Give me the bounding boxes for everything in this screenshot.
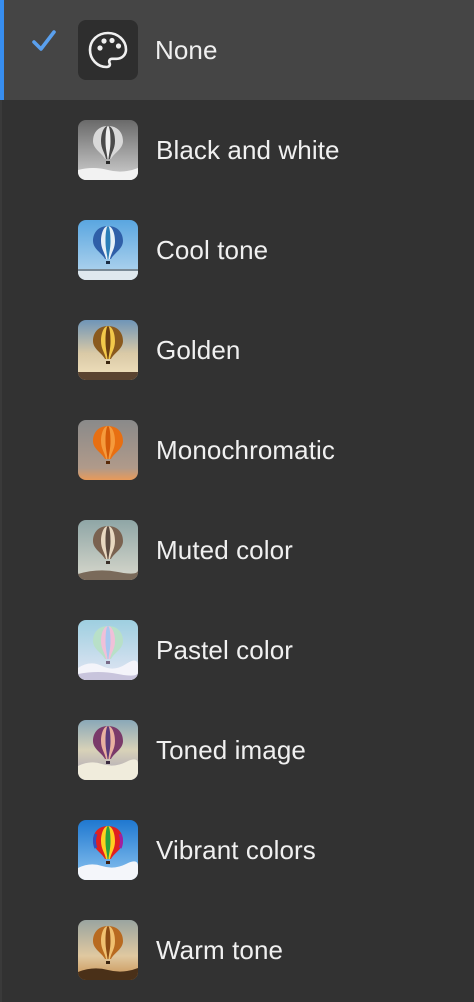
menu-item-label: Warm tone <box>156 935 284 965</box>
menu-item-label: Golden <box>156 335 241 365</box>
menu-item-black-and-white[interactable]: Black and white <box>0 100 474 200</box>
menu-item-label: Vibrant colors <box>156 835 316 865</box>
checkmark-icon <box>32 30 56 51</box>
menu-item-cool-tone[interactable]: Cool tone <box>0 200 474 300</box>
menu-item-label: Monochromatic <box>156 435 336 465</box>
balloon-pastel-thumbnail <box>78 620 138 680</box>
balloon-cool-thumbnail <box>78 220 138 280</box>
balloon-muted-thumbnail <box>78 520 138 580</box>
menu-item-warm-tone[interactable]: Warm tone <box>0 900 474 1000</box>
balloon-monochromatic-thumbnail <box>78 420 138 480</box>
menu-item-muted-color[interactable]: Muted color <box>0 500 474 600</box>
balloon-toned-thumbnail <box>78 720 138 780</box>
menu-item-label: Toned image <box>156 735 306 765</box>
menu-item-golden[interactable]: Golden <box>0 300 474 400</box>
menu-item-label: Pastel color <box>156 635 294 665</box>
style-menu: None Black and white Cool tone Golden Mo… <box>0 0 474 1002</box>
menu-item-toned-image[interactable]: Toned image <box>0 700 474 800</box>
menu-item-label: Cool tone <box>156 235 269 265</box>
menu-item-label: Muted color <box>156 535 293 565</box>
menu-item-none[interactable]: None <box>0 0 474 100</box>
balloon-vibrant-thumbnail <box>78 820 138 880</box>
balloon-warm-thumbnail <box>78 920 138 980</box>
menu-item-vibrant-colors[interactable]: Vibrant colors <box>0 800 474 900</box>
menu-item-pastel-color[interactable]: Pastel color <box>0 600 474 700</box>
palette-icon <box>78 20 138 80</box>
balloon-golden-thumbnail <box>78 320 138 380</box>
balloon-bw-thumbnail <box>78 120 138 180</box>
menu-item-label: None <box>155 35 218 65</box>
menu-item-monochromatic[interactable]: Monochromatic <box>0 400 474 500</box>
menu-item-label: Black and white <box>156 135 340 165</box>
